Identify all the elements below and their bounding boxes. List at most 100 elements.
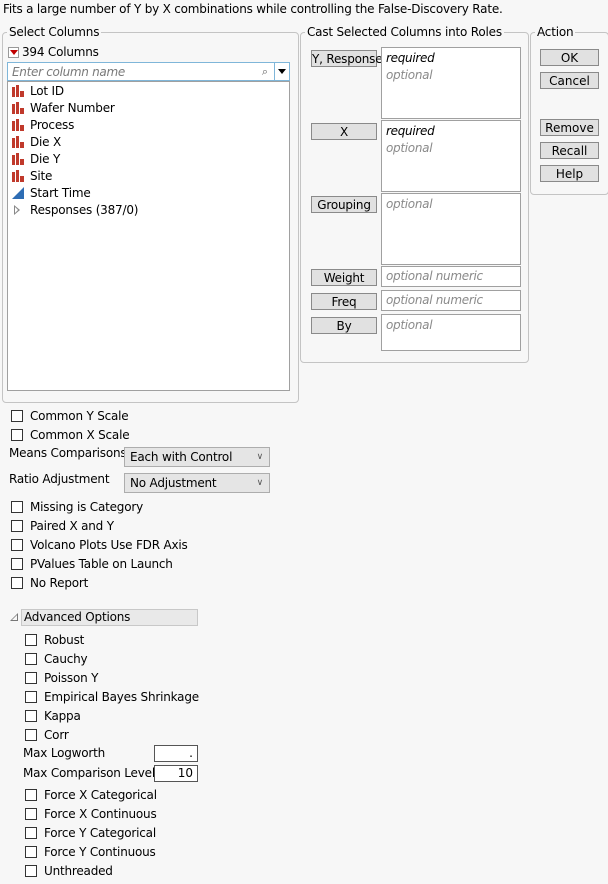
checkbox-box[interactable]	[11, 558, 23, 570]
cast-roles-panel: Cast Selected Columns into Roles Y, Resp…	[300, 24, 529, 363]
weight-role-button[interactable]: Weight	[311, 269, 377, 286]
optional-hint: optional	[386, 318, 433, 332]
empirical-bayes-checkbox[interactable]: Empirical Bayes Shrinkage	[25, 690, 199, 704]
paired-x-and-y-checkbox[interactable]: Paired X and Y	[11, 519, 114, 533]
column-item[interactable]: Process	[8, 116, 289, 133]
by-role-box[interactable]: optional	[381, 314, 521, 351]
checkbox-box[interactable]	[11, 429, 23, 441]
checkbox-label: Paired X and Y	[30, 519, 114, 533]
x-role-box[interactable]: required optional	[381, 120, 521, 192]
checkbox-label: Common X Scale	[30, 428, 130, 442]
search-icon[interactable]: ⌕	[256, 63, 274, 80]
checkbox-label: Force Y Continuous	[44, 845, 156, 859]
unthreaded-checkbox[interactable]: Unthreaded	[25, 864, 113, 878]
chevron-down-icon: ∨	[256, 478, 264, 488]
advanced-options-header[interactable]: Advanced Options	[21, 609, 198, 626]
column-item[interactable]: Die X	[8, 133, 289, 150]
optional-numeric-hint: optional numeric	[386, 269, 483, 283]
remove-button[interactable]: Remove	[540, 119, 599, 136]
kappa-checkbox[interactable]: Kappa	[25, 709, 81, 723]
checkbox-label: Force X Continuous	[44, 807, 157, 821]
checkbox-label: Empirical Bayes Shrinkage	[44, 690, 199, 704]
optional-numeric-hint: optional numeric	[386, 293, 483, 307]
checkbox-box[interactable]	[25, 827, 37, 839]
column-item[interactable]: Wafer Number	[8, 99, 289, 116]
checkbox-label: Missing is Category	[30, 500, 143, 514]
checkbox-label: Corr	[44, 728, 69, 742]
help-button[interactable]: Help	[540, 165, 599, 182]
column-group-name: Responses (387/0)	[30, 202, 139, 217]
cancel-button[interactable]: Cancel	[540, 72, 599, 89]
chevron-down-icon: ∨	[256, 452, 264, 462]
optional-hint: optional	[386, 141, 433, 155]
weight-role-box[interactable]: optional numeric	[381, 266, 521, 287]
checkbox-box[interactable]	[25, 691, 37, 703]
ratio-adjustment-label: Ratio Adjustment	[9, 472, 110, 486]
max-comparison-levels-input[interactable]: 10	[154, 765, 198, 782]
column-search-input[interactable]	[8, 64, 256, 79]
means-comparisons-select[interactable]: Each with Control ∨	[124, 447, 270, 467]
checkbox-label: Kappa	[44, 709, 81, 723]
column-item[interactable]: Die Y	[8, 150, 289, 167]
missing-is-category-checkbox[interactable]: Missing is Category	[11, 500, 143, 514]
checkbox-box[interactable]	[25, 672, 37, 684]
max-logworth-input[interactable]: .	[154, 745, 198, 762]
nominal-column-icon	[12, 118, 25, 131]
checkbox-box[interactable]	[25, 710, 37, 722]
checkbox-label: PValues Table on Launch	[30, 557, 173, 571]
checkbox-box[interactable]	[25, 729, 37, 741]
column-group-item[interactable]: Responses (387/0)	[8, 201, 289, 218]
column-item[interactable]: Lot ID	[8, 82, 289, 99]
force-y-categorical-checkbox[interactable]: Force Y Categorical	[25, 826, 156, 840]
x-role-button[interactable]: X	[311, 123, 377, 140]
corr-checkbox[interactable]: Corr	[25, 728, 69, 742]
pvalues-table-checkbox[interactable]: PValues Table on Launch	[11, 557, 173, 571]
column-item[interactable]: Site	[8, 167, 289, 184]
means-comparisons-value: Each with Control	[130, 450, 233, 464]
checkbox-box[interactable]	[25, 634, 37, 646]
checkbox-box[interactable]	[25, 653, 37, 665]
poisson-y-checkbox[interactable]: Poisson Y	[25, 671, 98, 685]
checkbox-box[interactable]	[11, 539, 23, 551]
checkbox-box[interactable]	[25, 789, 37, 801]
freq-role-box[interactable]: optional numeric	[381, 290, 521, 311]
disclosure-triangle-icon[interactable]	[10, 613, 18, 621]
by-role-button[interactable]: By	[311, 317, 377, 334]
checkbox-box[interactable]	[25, 846, 37, 858]
y-response-role-button[interactable]: Y, Response	[311, 50, 383, 67]
column-name: Die X	[30, 134, 61, 149]
required-hint: required	[386, 124, 435, 138]
force-y-continuous-checkbox[interactable]: Force Y Continuous	[25, 845, 156, 859]
checkbox-box[interactable]	[11, 577, 23, 589]
ok-button[interactable]: OK	[540, 49, 599, 66]
column-item[interactable]: Start Time	[8, 184, 289, 201]
y-response-role-box[interactable]: required optional	[381, 47, 521, 119]
checkbox-box[interactable]	[11, 520, 23, 532]
nominal-column-icon	[12, 101, 25, 114]
checkbox-box[interactable]	[25, 865, 37, 877]
column-name: Die Y	[30, 151, 61, 166]
volcano-fdr-axis-checkbox[interactable]: Volcano Plots Use FDR Axis	[11, 538, 188, 552]
checkbox-box[interactable]	[25, 808, 37, 820]
expand-triangle-icon[interactable]	[12, 204, 25, 216]
force-x-continuous-checkbox[interactable]: Force X Continuous	[25, 807, 157, 821]
column-list[interactable]: Lot ID Wafer Number Process Die X Die Y …	[7, 81, 290, 391]
grouping-role-box[interactable]: optional	[381, 193, 521, 265]
checkbox-box[interactable]	[11, 501, 23, 513]
column-count-label: 394 Columns	[22, 45, 99, 59]
freq-role-button[interactable]: Freq	[311, 293, 377, 310]
checkbox-label: Force X Categorical	[44, 788, 157, 802]
recall-button[interactable]: Recall	[540, 142, 599, 159]
search-options-dropdown-icon[interactable]	[274, 63, 289, 80]
cauchy-checkbox[interactable]: Cauchy	[25, 652, 88, 666]
ratio-adjustment-select[interactable]: No Adjustment ∨	[124, 473, 270, 493]
common-x-scale-checkbox[interactable]: Common X Scale	[11, 428, 130, 442]
no-report-checkbox[interactable]: No Report	[11, 576, 88, 590]
common-y-scale-checkbox[interactable]: Common Y Scale	[11, 409, 129, 423]
red-triangle-menu-icon[interactable]	[8, 46, 19, 58]
robust-checkbox[interactable]: Robust	[25, 633, 84, 647]
force-x-categorical-checkbox[interactable]: Force X Categorical	[25, 788, 157, 802]
grouping-role-button[interactable]: Grouping	[311, 196, 377, 213]
checkbox-box[interactable]	[11, 410, 23, 422]
checkbox-label: Force Y Categorical	[44, 826, 156, 840]
